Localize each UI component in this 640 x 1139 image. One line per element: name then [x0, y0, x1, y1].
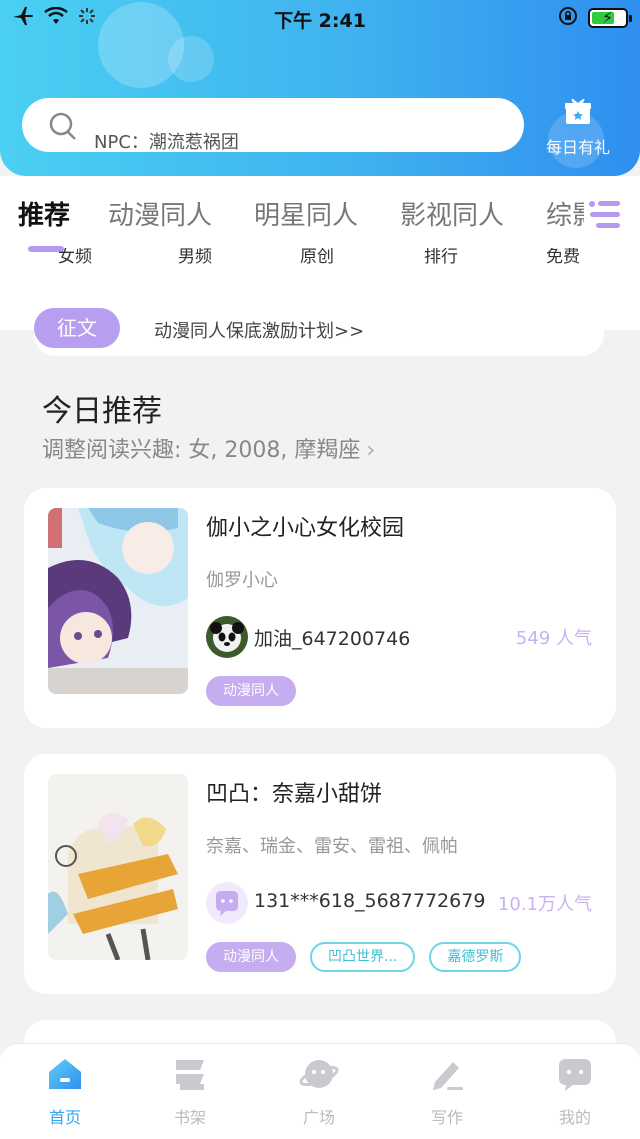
avatar[interactable] [206, 616, 248, 658]
status-time: 下午 2:41 [274, 10, 366, 32]
rotation-lock-icon [558, 6, 578, 30]
tab-recommend[interactable]: 推荐 [18, 195, 70, 232]
tab-bookshelf[interactable]: 书架 [145, 1054, 235, 1128]
planet-icon [299, 1054, 339, 1094]
tab-home-label: 首页 [48, 1108, 81, 1127]
decor-bubble [168, 36, 214, 82]
tab-celebrity-fanfic[interactable]: 明星同人 [254, 195, 358, 232]
tab-write[interactable]: 写作 [402, 1054, 492, 1128]
notice-tag: 征文 [34, 308, 120, 348]
notice-text: 动漫同人保底激励计划>> [154, 321, 365, 342]
book-card[interactable]: 凹凸：奈嘉小甜饼 奈嘉、瑞金、雷安、雷祖、佩帕 131***618_568777… [24, 754, 616, 994]
subtab-original[interactable]: 原创 [300, 248, 334, 264]
chat-bubble-icon [555, 1054, 595, 1094]
daily-gift-label: 每日有礼 [545, 138, 610, 157]
popularity-count: 549 人气 [515, 628, 592, 649]
tab-mine[interactable]: 我的 [530, 1054, 620, 1128]
tab-mine-label: 我的 [558, 1108, 591, 1127]
subtab-female[interactable]: 女频 [58, 248, 92, 264]
popularity-count: 10.1万人气 [497, 894, 592, 915]
tab-bookshelf-label: 书架 [173, 1108, 206, 1127]
avatar[interactable] [206, 882, 248, 924]
author-username[interactable]: 加油_647200746 [254, 624, 410, 651]
reading-interest-link[interactable]: 调整阅读兴趣: 女, 2008, 摩羯座 › [42, 432, 375, 464]
book-cover-image [48, 774, 188, 960]
tab-anime-fanfic[interactable]: 动漫同人 [108, 195, 212, 232]
home-icon [45, 1054, 85, 1094]
status-bar: 下午 2:41 ⚡ [0, 0, 640, 36]
search-bar[interactable]: NPC：潮流惹祸团 [22, 98, 524, 153]
chevron-right-icon: › [366, 438, 376, 463]
category-tabs: 推荐 动漫同人 明星同人 影视同人 综影 [0, 195, 640, 235]
topic-tag[interactable]: 嘉德罗斯 [429, 942, 522, 972]
bottom-tab-bar: 首页 书架 广场 写作 我的 [0, 1043, 640, 1139]
search-placeholder: NPC：潮流惹祸团 [94, 132, 239, 153]
daily-gift-button[interactable]: 每日有礼 [538, 96, 618, 157]
tab-write-label: 写作 [430, 1108, 463, 1127]
tab-square[interactable]: 广场 [274, 1054, 364, 1128]
book-characters: 奈嘉、瑞金、雷安、雷祖、佩帕 [206, 836, 458, 857]
genre-tag[interactable]: 动漫同人 [206, 942, 296, 972]
tab-film-fanfic[interactable]: 影视同人 [400, 195, 504, 232]
section-title: 今日推荐 [42, 394, 162, 429]
genre-tag[interactable]: 动漫同人 [206, 676, 296, 706]
search-icon [48, 111, 78, 145]
author-username[interactable]: 131***618_5687772679 [254, 890, 485, 912]
pen-icon [427, 1054, 467, 1094]
gift-icon [564, 96, 592, 130]
tab-menu-icon[interactable] [584, 194, 624, 234]
battery-icon: ⚡ [588, 8, 632, 28]
book-title: 凹凸：奈嘉小甜饼 [206, 782, 383, 807]
book-characters: 伽罗小心 [206, 570, 278, 591]
tab-square-label: 广场 [302, 1108, 335, 1127]
tab-home[interactable]: 首页 [20, 1054, 110, 1128]
subtab-ranking[interactable]: 排行 [424, 248, 458, 264]
subtab-male[interactable]: 男频 [178, 248, 212, 264]
sub-tabs: 女频 男频 原创 排行 免费 [0, 248, 640, 264]
book-card[interactable]: 伽小之小心女化校园 伽罗小心 加油_647200746 549 人气 动漫同人 [24, 488, 616, 728]
book-cover-image [48, 508, 188, 694]
subtab-free[interactable]: 免费 [546, 248, 580, 264]
topic-tag[interactable]: 凹凸世界... [310, 942, 416, 972]
reading-interest-text: 调整阅读兴趣: 女, 2008, 摩羯座 [42, 438, 361, 463]
bookshelf-icon [170, 1054, 210, 1094]
notice-banner[interactable]: 征文 动漫同人保底激励计划>> [34, 300, 604, 356]
book-title: 伽小之小心女化校园 [206, 516, 405, 541]
